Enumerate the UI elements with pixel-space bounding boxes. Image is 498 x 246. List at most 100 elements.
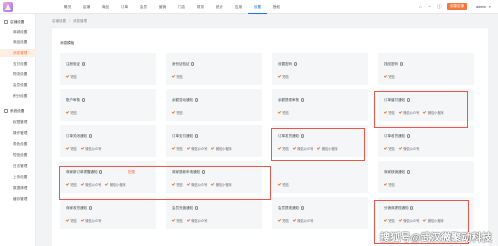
channel-option[interactable]: 微信公众号 <box>80 218 101 223</box>
channel-option[interactable]: 微信小程序 <box>423 110 444 115</box>
channel-option[interactable]: 微信公众号 <box>186 182 207 187</box>
help-icon[interactable] <box>410 206 414 210</box>
check-icon <box>383 218 388 222</box>
breadcrumb-item[interactable]: 店铺设置 <box>52 19 66 23</box>
channel-option[interactable]: 短信 <box>277 146 289 151</box>
help-icon[interactable] <box>81 98 85 102</box>
sidebar-item[interactable]: 上传设置 <box>0 173 36 181</box>
channel-label: 微信公众号 <box>403 147 420 151</box>
channel-option[interactable]: 短信 <box>383 74 395 79</box>
channel-option[interactable]: 短信 <box>65 110 77 115</box>
channel-option[interactable]: 微信公众号 <box>80 182 101 187</box>
help-icon[interactable]: ⓘ <box>437 4 442 10</box>
sidebar-item[interactable]: 操作管理 <box>0 129 36 137</box>
sidebar-item[interactable]: 会员设置 <box>0 81 36 89</box>
help-icon[interactable] <box>194 206 198 210</box>
sidebar-item[interactable]: 商品设置 <box>0 38 36 46</box>
help-icon[interactable] <box>81 62 85 66</box>
config-link[interactable]: 配置 <box>128 170 135 175</box>
store-icon[interactable]: ⌂ <box>419 4 422 10</box>
sidebar-item[interactable]: 物流设置 <box>0 70 36 78</box>
channel-label: 微信小程序 <box>109 183 126 187</box>
channel-option[interactable]: 短信 <box>383 110 395 115</box>
channel-option[interactable]: 短信 <box>277 110 289 115</box>
channel-option[interactable]: 微信公众号 <box>292 218 313 223</box>
sidebar-item[interactable]: 日志管理 <box>0 162 36 170</box>
channel-option[interactable]: 微信公众号 <box>186 218 207 223</box>
channel-option[interactable]: 微信公众号 <box>398 218 419 223</box>
channel-option[interactable]: 短信 <box>65 182 77 187</box>
nav-item[interactable]: 应用 <box>229 0 248 14</box>
sidebar-item[interactable]: 短信设置 <box>0 151 36 159</box>
channel-option[interactable]: 微信公众号 <box>80 146 101 151</box>
channel-option[interactable]: 短信 <box>171 74 183 79</box>
sidebar-item[interactable]: 商城设置 <box>0 28 36 36</box>
nav-item[interactable]: 营销 <box>153 0 172 14</box>
help-icon[interactable] <box>201 170 205 174</box>
nav-item[interactable]: 统计 <box>210 0 229 14</box>
channel-option[interactable]: 短信 <box>65 218 77 223</box>
nav-item-active[interactable]: 设置 <box>248 0 267 14</box>
channel-option[interactable]: 短信 <box>277 218 289 223</box>
nav-item[interactable]: 概况 <box>58 0 77 14</box>
template-title: 分销商提现通知 <box>384 206 414 211</box>
nav-item[interactable]: 会员 <box>134 0 153 14</box>
channel-options: 短信 <box>171 74 183 79</box>
channel-option[interactable]: 微信公众号 <box>398 110 419 115</box>
sidebar-item[interactable]: 角色设置 <box>0 140 36 148</box>
channel-option[interactable]: 微信小程序 <box>317 146 338 151</box>
channel-option[interactable]: 微信公众号 <box>292 146 313 151</box>
sidebar-item[interactable]: 数据清理 <box>0 184 36 192</box>
logo[interactable] <box>3 2 13 12</box>
channel-option[interactable]: 短信 <box>171 182 183 187</box>
channel-option[interactable]: 短信 <box>65 146 77 151</box>
channel-option[interactable]: 短信 <box>171 110 183 115</box>
help-icon[interactable] <box>300 206 304 210</box>
channel-option[interactable]: 微信小程序 <box>105 182 126 187</box>
help-icon[interactable] <box>191 62 195 66</box>
sidebar-item[interactable]: 权限管理 <box>0 118 36 126</box>
channel-option[interactable]: 微信小程序 <box>211 182 232 187</box>
channel-option[interactable]: 短信 <box>383 218 395 223</box>
channel-options: 短信 微信公众号 <box>171 218 207 223</box>
channel-option[interactable]: 短信 <box>65 74 77 79</box>
help-icon[interactable] <box>88 206 92 210</box>
help-icon[interactable] <box>293 62 297 66</box>
help-icon[interactable] <box>406 170 410 174</box>
nav-item[interactable]: 授权 <box>267 0 286 14</box>
help-icon[interactable] <box>300 98 304 102</box>
sidebar-item[interactable]: 积分设置 <box>0 92 36 100</box>
help-icon[interactable] <box>194 98 198 102</box>
help-icon[interactable] <box>194 134 198 138</box>
channel-option[interactable]: 微信公众号 <box>186 146 207 151</box>
channel-option[interactable]: 短信 <box>277 74 289 79</box>
nav-item[interactable]: 订单 <box>115 0 134 14</box>
help-icon[interactable] <box>88 134 92 138</box>
help-icon[interactable] <box>399 62 403 66</box>
sidebar-group-store[interactable]: 店铺设置 <box>0 18 36 26</box>
user-menu[interactable]: admin <box>476 4 486 10</box>
channel-option[interactable]: 短信 <box>171 218 183 223</box>
nav-item[interactable]: 财务 <box>191 0 210 14</box>
help-icon[interactable] <box>300 134 304 138</box>
channel-option[interactable]: 短信 <box>277 182 289 187</box>
create-store-button[interactable]: 创建店铺 <box>447 3 467 10</box>
channel-option[interactable]: 短信 <box>383 182 395 187</box>
channel-option[interactable]: 短信 <box>171 146 183 151</box>
help-icon[interactable] <box>99 170 103 174</box>
nav-item[interactable]: 商品 <box>96 0 115 14</box>
channel-option[interactable]: 微信公众号 <box>398 146 420 151</box>
chevron-down-icon[interactable]: ▾ <box>489 4 491 10</box>
sidebar-item[interactable]: 缓存管理 <box>0 195 36 203</box>
channel-option[interactable]: 微信小程序 <box>211 146 232 151</box>
nav-item[interactable]: 店铺 <box>77 0 96 14</box>
bell-icon[interactable]: ◔ <box>428 4 431 10</box>
help-icon[interactable] <box>406 98 410 102</box>
sidebar-item-active[interactable]: 消息管理 <box>0 49 36 57</box>
channel-option[interactable]: 微信小程序 <box>423 218 444 223</box>
nav-item[interactable]: 门店 <box>172 0 191 14</box>
channel-option[interactable]: 短信 <box>383 146 395 151</box>
help-icon[interactable] <box>406 134 410 138</box>
sidebar-group-system[interactable]: 系统设置 <box>0 107 36 115</box>
sidebar-item[interactable]: 支付设置 <box>0 60 36 68</box>
